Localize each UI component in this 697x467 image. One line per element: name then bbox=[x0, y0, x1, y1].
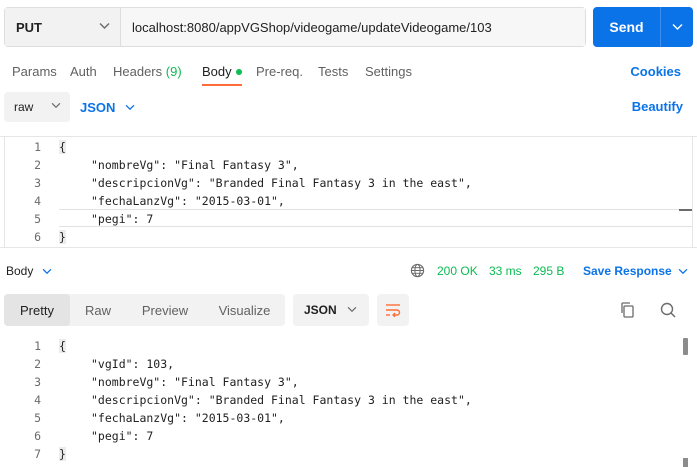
response-scrollbar-thumb[interactable] bbox=[683, 458, 688, 467]
wrap-lines-button[interactable] bbox=[377, 294, 409, 326]
chevron-down-icon bbox=[672, 24, 682, 30]
tab-headers[interactable]: Headers (9) bbox=[113, 64, 182, 79]
response-view-tabs: Pretty Raw Preview Visualize bbox=[4, 294, 285, 326]
chevron-down-icon bbox=[99, 23, 110, 29]
line-number: 3 bbox=[34, 375, 41, 389]
send-label[interactable]: Send bbox=[593, 7, 660, 47]
code-line: } bbox=[59, 447, 66, 461]
tab-headers-label: Headers bbox=[113, 64, 163, 79]
tab-prerequest[interactable]: Pre-req. bbox=[256, 64, 303, 79]
response-size[interactable]: 295 B bbox=[533, 264, 564, 278]
method-label: PUT bbox=[16, 19, 42, 35]
wrap-lines-icon bbox=[386, 304, 401, 317]
line-number: 7 bbox=[34, 447, 41, 461]
code-line: "vgId": 103, bbox=[91, 357, 175, 371]
tab-settings[interactable]: Settings bbox=[365, 64, 412, 79]
line-number: 5 bbox=[34, 411, 41, 425]
tab-visualize[interactable]: Visualize bbox=[204, 294, 285, 326]
body-language-label: JSON bbox=[80, 99, 116, 115]
line-number: 3 bbox=[34, 176, 41, 190]
body-mode-label: raw bbox=[14, 100, 34, 114]
response-format-label: JSON bbox=[304, 303, 337, 317]
line-number: 2 bbox=[34, 158, 41, 172]
save-response-button[interactable]: Save Response bbox=[583, 264, 688, 278]
response-body-viewer[interactable]: 1 { 2 "vgId": 103, 3 "nombreVg": "Final Fan… bbox=[0, 336, 697, 467]
code-line: "nombreVg": "Final Fantasy 3", bbox=[91, 158, 299, 172]
line-number: 4 bbox=[34, 194, 41, 208]
method-select[interactable]: PUT bbox=[5, 8, 121, 46]
chevron-down-icon bbox=[678, 268, 688, 275]
code-line: "pegi": 7 bbox=[91, 429, 154, 443]
line-number: 4 bbox=[34, 393, 41, 407]
line-number: 2 bbox=[34, 357, 41, 371]
status-code[interactable]: 200 OK bbox=[437, 264, 478, 278]
search-icon[interactable] bbox=[659, 300, 677, 320]
code-line: } bbox=[59, 230, 66, 244]
url-input[interactable]: localhost:8080/appVGShop/videogame/updat… bbox=[121, 8, 585, 46]
code-line: "descripcionVg": "Branded Final Fantasy … bbox=[91, 393, 472, 407]
line-number: 1 bbox=[34, 140, 41, 154]
send-options-button[interactable] bbox=[660, 7, 693, 47]
tab-preview[interactable]: Preview bbox=[126, 294, 204, 326]
request-tabs: Params Auth Headers (9) Body Pre-req. Te… bbox=[0, 58, 697, 86]
response-scrollbar-thumb[interactable] bbox=[683, 338, 688, 355]
request-url-bar: PUT localhost:8080/appVGShop/videogame/u… bbox=[4, 7, 586, 47]
response-format-select[interactable]: JSON bbox=[293, 294, 369, 326]
line-number: 5 bbox=[34, 212, 41, 226]
tab-pretty[interactable]: Pretty bbox=[4, 294, 70, 326]
tab-raw[interactable]: Raw bbox=[70, 294, 126, 326]
request-body-editor[interactable]: 1 { 2 "nombreVg": "Final Fantasy 3", 3 "des… bbox=[0, 136, 697, 248]
chevron-down-icon bbox=[51, 102, 61, 109]
code-line: { bbox=[59, 339, 66, 353]
code-line: "descripcionVg": "Branded Final Fantasy … bbox=[91, 176, 472, 190]
code-line: "fechaLanzVg": "2015-03-01", bbox=[91, 194, 285, 208]
code-line: { bbox=[59, 140, 66, 154]
chevron-down-icon bbox=[126, 104, 135, 110]
tab-body[interactable]: Body bbox=[202, 64, 242, 79]
chevron-down-icon bbox=[347, 306, 357, 313]
headers-count: (9) bbox=[165, 64, 182, 79]
tab-auth[interactable]: Auth bbox=[70, 64, 97, 79]
response-body-label: Body bbox=[6, 264, 34, 278]
line-number: 6 bbox=[34, 429, 41, 443]
tab-params[interactable]: Params bbox=[12, 64, 57, 79]
response-time[interactable]: 33 ms bbox=[489, 264, 522, 278]
beautify-button[interactable]: Beautify bbox=[632, 99, 683, 114]
active-tab-underline bbox=[202, 84, 242, 86]
chevron-down-icon bbox=[42, 268, 52, 275]
code-line: "pegi": 7 bbox=[91, 212, 154, 226]
body-language-select[interactable]: JSON bbox=[80, 92, 135, 122]
response-body-select[interactable]: Body bbox=[6, 264, 52, 278]
cookies-link[interactable]: Cookies bbox=[630, 64, 681, 79]
editor-scrollbar[interactable] bbox=[679, 209, 692, 211]
body-mode-select[interactable]: raw bbox=[4, 92, 70, 122]
tab-tests[interactable]: Tests bbox=[318, 64, 348, 79]
code-line: "fechaLanzVg": "2015-03-01", bbox=[91, 411, 285, 425]
save-response-label: Save Response bbox=[583, 264, 672, 278]
copy-icon[interactable] bbox=[619, 300, 637, 320]
line-number: 1 bbox=[34, 339, 41, 353]
body-indicator-dot bbox=[235, 69, 242, 75]
globe-icon[interactable] bbox=[410, 263, 425, 278]
code-line: "nombreVg": "Final Fantasy 3", bbox=[91, 375, 299, 389]
line-number: 6 bbox=[34, 230, 41, 244]
tab-body-label: Body bbox=[202, 64, 232, 79]
send-button[interactable]: Send bbox=[593, 7, 693, 47]
response-bar: Body 200 OK 33 ms 295 B Save Response bbox=[0, 259, 697, 283]
